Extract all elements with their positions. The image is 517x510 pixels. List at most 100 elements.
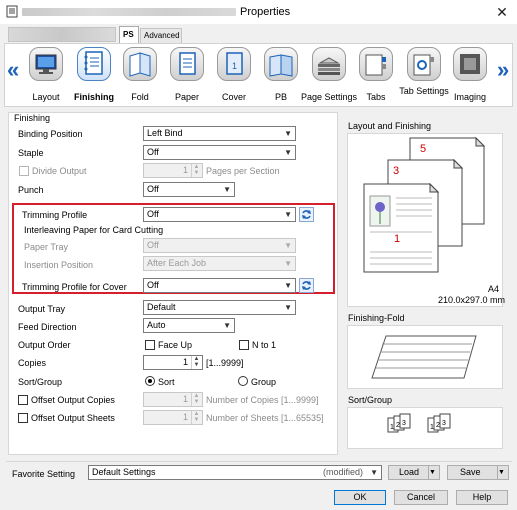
sort-radio[interactable]: [145, 376, 155, 386]
select-value: Off: [147, 184, 159, 194]
scroll-left-button[interactable]: «: [7, 59, 19, 81]
save-button[interactable]: Save ▼: [447, 465, 509, 480]
page-settings-icon: [312, 47, 346, 81]
paper-icon: [170, 47, 204, 81]
sheet-number: 1: [390, 424, 394, 431]
load-button[interactable]: Load ▼: [388, 465, 440, 480]
select-value: Default Settings: [92, 467, 156, 477]
help-button[interactable]: Help: [456, 490, 508, 505]
staple-select[interactable]: Off ▼: [143, 145, 296, 160]
spinner-value: 1: [182, 394, 188, 404]
page-number: 5: [420, 143, 426, 155]
select-value: Default: [147, 302, 176, 312]
trimming-profile-select[interactable]: Off ▼: [143, 207, 296, 222]
feed-direction-select[interactable]: Auto ▼: [143, 318, 235, 333]
book-icon: [264, 47, 298, 81]
layout-preview-title: Layout and Finishing: [348, 121, 432, 131]
button-label: Save: [460, 467, 481, 477]
divide-output-checkbox[interactable]: [19, 166, 29, 176]
tabs-icon: [359, 47, 393, 81]
monitor-icon: [29, 47, 63, 81]
sort-preview-title: Sort/Group: [348, 395, 393, 405]
toolbar-item-tabs[interactable]: Tabs: [352, 45, 400, 105]
chevron-down-icon: ▼: [284, 210, 292, 219]
divide-output-spinner[interactable]: 1 ▲ ▼: [143, 163, 203, 178]
chevron-down-icon[interactable]: ▼: [497, 466, 508, 479]
feed-direction-label: Feed Direction: [18, 322, 77, 332]
interleaving-heading: Interleaving Paper for Card Cutting: [24, 225, 164, 235]
tab-ps[interactable]: PS: [119, 26, 139, 44]
sheet-number: 3: [442, 420, 446, 427]
group-radio[interactable]: [238, 376, 248, 386]
punch-select[interactable]: Off ▼: [143, 182, 235, 197]
favorite-state: (modified): [322, 467, 363, 477]
page-number: 1: [394, 233, 400, 245]
title-redacted: [22, 8, 236, 16]
paper-size: A4: [488, 284, 500, 294]
spin-arrows-icon: ▲ ▼: [191, 164, 201, 177]
fold-illustration: [371, 335, 477, 379]
chevron-down-icon: ▼: [223, 185, 231, 194]
spin-arrows-icon: ▲ ▼: [191, 393, 201, 406]
close-button[interactable]: ✕: [494, 4, 510, 20]
toolbar-item-layout[interactable]: Layout: [22, 45, 70, 105]
sheet-number: 2: [396, 422, 400, 429]
paper-tray-label: Paper Tray: [24, 242, 69, 252]
offset-copies-label: Offset Output Copies: [31, 395, 115, 405]
offset-copies-checkbox[interactable]: [18, 395, 28, 405]
favorite-select[interactable]: Default Settings (modified) ▼: [88, 465, 382, 480]
refresh-trimming-button[interactable]: [299, 207, 314, 222]
paper-dims: 210.0x297.0 mm: [438, 295, 506, 305]
offset-sheets-label: Offset Output Sheets: [31, 413, 115, 423]
spin-arrows-icon: ▲ ▼: [191, 411, 201, 424]
sort-preview: 1 2 3 1 2 3: [347, 407, 503, 449]
chevron-down-icon: ▼: [284, 281, 292, 290]
insertion-position-label: Insertion Position: [24, 260, 94, 270]
svg-text:1: 1: [232, 61, 237, 71]
select-value: Auto: [147, 320, 166, 330]
output-tray-select[interactable]: Default ▼: [143, 300, 296, 315]
refresh-icon: [302, 210, 311, 219]
copies-spinner[interactable]: 1 ▲ ▼: [143, 355, 203, 370]
stacked-pages-illustration: 5 3 1: [363, 136, 486, 273]
window-title: Properties: [240, 6, 291, 18]
spinner-value: 1: [182, 165, 188, 175]
fold-preview-title: Finishing-Fold: [348, 313, 405, 323]
select-value: Off: [147, 147, 159, 157]
paper-tray-select[interactable]: Off ▼: [143, 238, 296, 253]
output-order-label: Output Order: [18, 340, 71, 350]
tab-settings-icon: [407, 47, 441, 81]
chevron-down-icon: ▼: [284, 129, 292, 138]
refresh-cover-button[interactable]: [299, 278, 314, 293]
select-value: Left Bind: [147, 128, 183, 138]
n-to-1-label: N to 1: [252, 340, 277, 350]
cancel-button[interactable]: Cancel: [394, 490, 448, 505]
spin-arrows-icon: ▲ ▼: [191, 356, 201, 369]
group-label: Group: [251, 377, 277, 387]
tab-advanced[interactable]: Advanced: [140, 28, 182, 43]
tab-redacted[interactable]: [8, 27, 116, 42]
n-to-1-checkbox[interactable]: [239, 340, 249, 350]
select-value: Off: [147, 209, 159, 219]
insertion-position-select[interactable]: After Each Job ▼: [143, 256, 296, 271]
favorite-label: Favorite Setting: [12, 469, 76, 479]
binding-position-select[interactable]: Left Bind ▼: [143, 126, 296, 141]
toolbar-item-imaging[interactable]: Imaging: [446, 45, 494, 105]
toolbar-label: Imaging: [453, 92, 487, 102]
chevron-down-icon[interactable]: ▼: [428, 466, 439, 479]
scroll-right-button[interactable]: »: [497, 59, 509, 81]
sheet-number: 2: [436, 422, 440, 429]
offset-sheets-checkbox[interactable]: [18, 413, 28, 423]
toolbar-item-pb[interactable]: PB: [257, 45, 305, 105]
copies-range: [1...9999]: [206, 358, 244, 368]
offset-copies-unit: Number of Copies [1...9999]: [206, 395, 319, 405]
face-up-checkbox[interactable]: [145, 340, 155, 350]
ok-button[interactable]: OK: [334, 490, 386, 505]
chevron-down-icon: ▼: [284, 259, 292, 268]
imaging-icon: [453, 47, 487, 81]
printer-app-icon: [6, 5, 18, 18]
offset-copies-spinner[interactable]: 1 ▲ ▼: [143, 392, 203, 407]
offset-sheets-spinner[interactable]: 1 ▲ ▼: [143, 410, 203, 425]
trimming-cover-select[interactable]: Off ▼: [143, 278, 296, 293]
finishing-icon: [77, 47, 111, 81]
